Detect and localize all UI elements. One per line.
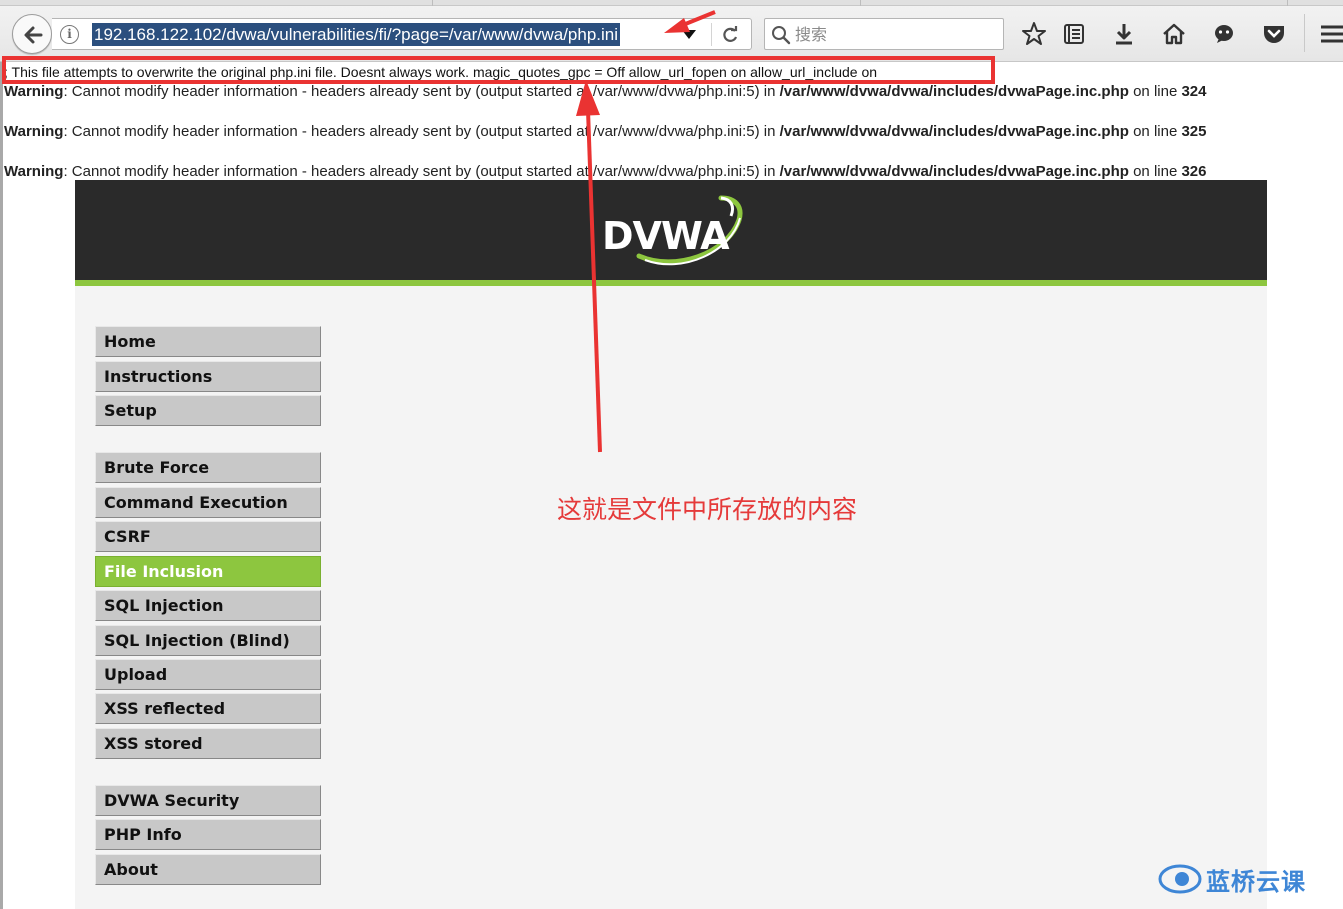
download-icon[interactable]	[1111, 21, 1137, 47]
toolbar-divider	[1304, 14, 1305, 52]
watermark: 蓝桥云课	[1158, 862, 1305, 900]
tab-divider	[432, 0, 433, 6]
warning-line-number: 324	[1181, 83, 1207, 100]
tab-divider	[860, 0, 861, 6]
warning-on-line: on line	[1128, 83, 1182, 100]
url-text[interactable]: 192.168.122.102/dvwa/vulnerabilities/fi/…	[92, 23, 621, 46]
watermark-logo-icon	[1158, 864, 1202, 894]
dvwa-logo-text: DVWA	[602, 214, 730, 258]
page-content: ; This file attempts to overwrite the or…	[0, 56, 1343, 909]
left-gutter	[0, 62, 3, 909]
menu-item-brute-force[interactable]: Brute Force	[95, 452, 321, 483]
chat-icon[interactable]	[1211, 21, 1237, 47]
menu-item-instructions[interactable]: Instructions	[95, 361, 321, 392]
warning-line: Warning: Cannot modify header informatio…	[4, 163, 1207, 180]
menu-item-dvwa-security[interactable]: DVWA Security	[95, 785, 321, 816]
warning-file: /var/www/dvwa/dvwa/includes/dvwaPage.inc…	[779, 163, 1129, 180]
search-box[interactable]	[764, 18, 1004, 50]
back-icon	[24, 26, 43, 44]
search-icon	[772, 26, 791, 45]
menu-item-xss-reflected[interactable]: XSS reflected	[95, 693, 321, 724]
warning-file: /var/www/dvwa/dvwa/includes/dvwaPage.inc…	[779, 83, 1129, 100]
warning-line-number: 325	[1181, 123, 1207, 140]
menu-item-about[interactable]: About	[95, 854, 321, 885]
search-input[interactable]	[795, 23, 995, 45]
dvwa-container: DVWA Home Instructions Setup Brute Force…	[75, 180, 1267, 909]
info-icon[interactable]: i	[60, 25, 79, 44]
warning-message: : Cannot modify header information - hea…	[63, 163, 780, 180]
annotation-caption: 这就是文件中所存放的内容	[557, 495, 858, 524]
browser-toolbar: i 192.168.122.102/dvwa/vulnerabilities/f…	[0, 0, 1343, 62]
menu-item-csrf[interactable]: CSRF	[95, 521, 321, 552]
warning-label: Warning	[4, 123, 64, 140]
dvwa-logo[interactable]: DVWA	[595, 190, 745, 276]
url-dropdown-icon[interactable]	[682, 30, 696, 39]
watermark-text: 蓝桥云课	[1206, 868, 1306, 896]
menu-item-command-execution[interactable]: Command Execution	[95, 487, 321, 518]
warning-label: Warning	[4, 163, 64, 180]
warning-label: Warning	[4, 83, 64, 100]
hamburger-menu-icon[interactable]	[1318, 21, 1343, 47]
address-bar[interactable]: i 192.168.122.102/dvwa/vulnerabilities/f…	[52, 18, 752, 50]
pocket-icon[interactable]	[1261, 21, 1287, 47]
warning-message: : Cannot modify header information - hea…	[63, 83, 780, 100]
highlight-box	[2, 56, 995, 84]
warning-line: Warning: Cannot modify header informatio…	[4, 83, 1207, 100]
warning-message: : Cannot modify header information - hea…	[63, 123, 780, 140]
bookmark-star-icon[interactable]	[1021, 21, 1047, 47]
warning-on-line: on line	[1128, 163, 1182, 180]
tab-divider	[1287, 0, 1288, 6]
url-divider	[711, 23, 712, 46]
warning-on-line: on line	[1128, 123, 1182, 140]
reload-icon[interactable]	[720, 25, 740, 45]
menu-item-sql-injection[interactable]: SQL Injection	[95, 590, 321, 621]
menu-item-setup[interactable]: Setup	[95, 395, 321, 426]
menu-item-xss-stored[interactable]: XSS stored	[95, 728, 321, 759]
menu-item-file-inclusion[interactable]: File Inclusion	[95, 556, 321, 587]
home-icon[interactable]	[1161, 21, 1187, 47]
menu-item-upload[interactable]: Upload	[95, 659, 321, 690]
warning-line-number: 326	[1181, 163, 1207, 180]
menu-item-sql-injection-blind[interactable]: SQL Injection (Blind)	[95, 625, 321, 656]
menu-item-home[interactable]: Home	[95, 326, 321, 357]
warning-file: /var/www/dvwa/dvwa/includes/dvwaPage.inc…	[779, 123, 1129, 140]
reading-list-icon[interactable]	[1061, 21, 1087, 47]
warning-line: Warning: Cannot modify header informatio…	[4, 123, 1207, 140]
back-button[interactable]	[12, 14, 52, 54]
tab-strip	[0, 0, 1343, 6]
dvwa-header: DVWA	[75, 180, 1267, 286]
menu-item-php-info[interactable]: PHP Info	[95, 819, 321, 850]
